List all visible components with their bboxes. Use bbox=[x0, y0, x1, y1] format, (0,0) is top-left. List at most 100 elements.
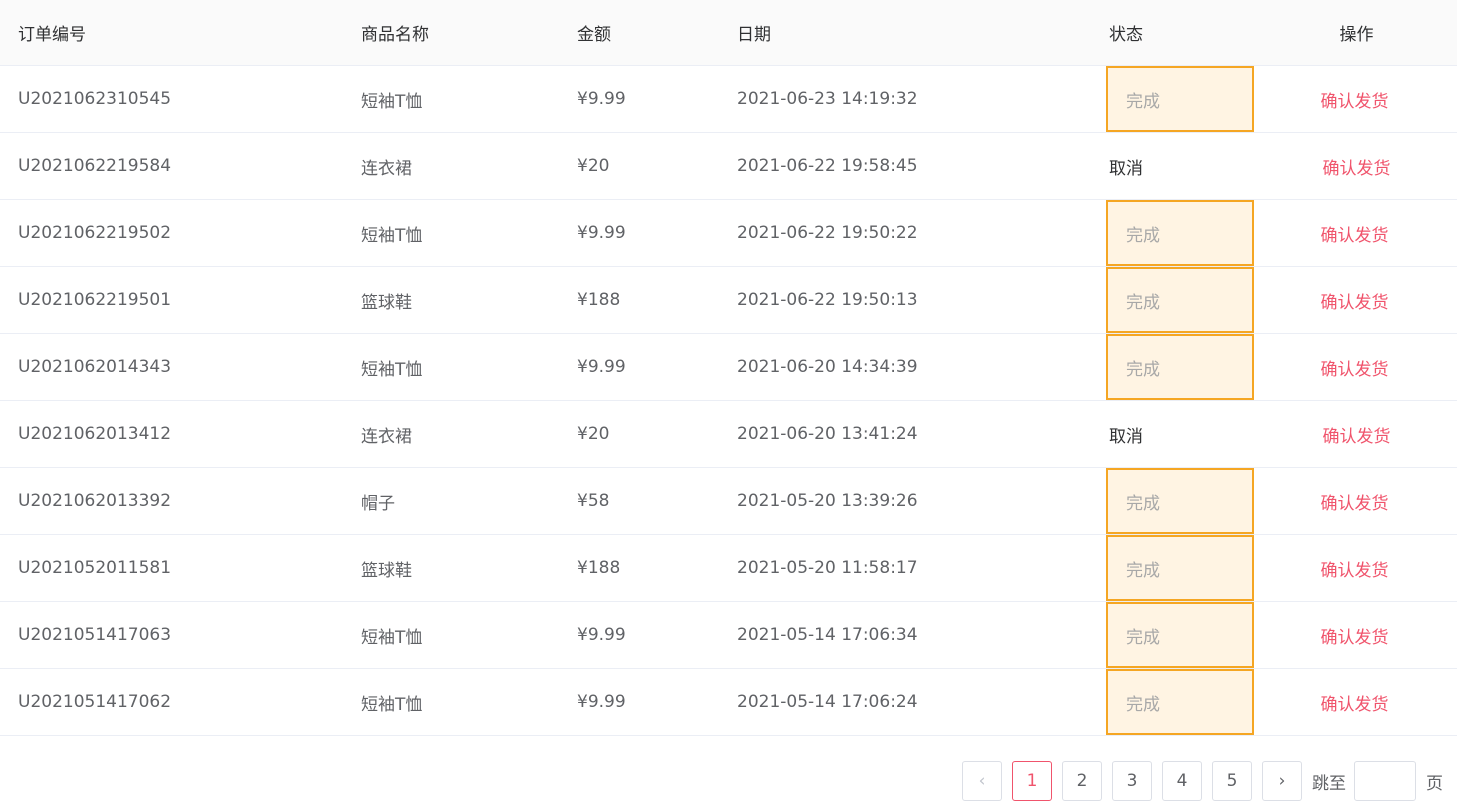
page-button-5[interactable]: 5 bbox=[1212, 761, 1252, 801]
page-button-4[interactable]: 4 bbox=[1162, 761, 1202, 801]
confirm-shipment-link[interactable]: 确认发货 bbox=[1323, 159, 1391, 179]
product-cell: 连衣裙 bbox=[361, 426, 412, 447]
date-cell: 2021-05-20 13:39:26 bbox=[737, 491, 918, 511]
table-row: U2021062310545 短袖T恤 ¥9.99 2021-06-23 14:19:… bbox=[0, 66, 1457, 133]
confirm-shipment-link[interactable]: 确认发货 bbox=[1321, 92, 1389, 112]
status-cell: 完成 bbox=[1106, 535, 1254, 601]
chevron-right-icon: › bbox=[1278, 771, 1286, 791]
action-cell: 确认发货 bbox=[1254, 288, 1455, 313]
amount-cell: ¥9.99 bbox=[577, 625, 626, 645]
product-cell: 短袖T恤 bbox=[361, 694, 423, 715]
order-id-cell: U2021062219502 bbox=[18, 223, 172, 243]
table-row: U2021062219502 短袖T恤 ¥9.99 2021-06-22 19:50:… bbox=[0, 200, 1457, 267]
action-cell: 确认发货 bbox=[1254, 690, 1455, 715]
amount-cell: ¥20 bbox=[577, 156, 610, 176]
order-id-cell: U2021062014343 bbox=[18, 357, 172, 377]
status-cell: 取消 bbox=[1089, 133, 1256, 199]
header-date: 日期 bbox=[737, 25, 771, 45]
date-cell: 2021-06-23 14:19:32 bbox=[737, 89, 918, 109]
page-button-2[interactable]: 2 bbox=[1062, 761, 1102, 801]
confirm-shipment-link[interactable]: 确认发货 bbox=[1321, 695, 1389, 715]
date-cell: 2021-06-20 13:41:24 bbox=[737, 424, 918, 444]
date-cell: 2021-05-14 17:06:24 bbox=[737, 692, 918, 712]
table-row: U2021062014343 短袖T恤 ¥9.99 2021-06-20 14:34:… bbox=[0, 334, 1457, 401]
status-badge: 完成 bbox=[1126, 560, 1160, 581]
status-cell: 取消 bbox=[1089, 401, 1256, 467]
table-row: U2021062219501 篮球鞋 ¥188 2021-06-22 19:50:13… bbox=[0, 267, 1457, 334]
page-button-1[interactable]: 1 bbox=[1012, 761, 1052, 801]
amount-cell: ¥188 bbox=[577, 290, 621, 310]
next-page-button[interactable]: › bbox=[1262, 761, 1302, 801]
header-action: 操作 bbox=[1339, 25, 1374, 45]
order-id-cell: U2021062013392 bbox=[18, 491, 172, 511]
action-cell: 确认发货 bbox=[1256, 154, 1457, 179]
chevron-left-icon: ‹ bbox=[978, 771, 986, 791]
jump-page-input[interactable] bbox=[1354, 761, 1416, 801]
table-row: U2021052011581 篮球鞋 ¥188 2021-05-20 11:58:17… bbox=[0, 535, 1457, 602]
amount-cell: ¥20 bbox=[577, 424, 610, 444]
order-id-cell: U2021052011581 bbox=[18, 558, 172, 578]
status-cell: 完成 bbox=[1106, 669, 1254, 735]
pagination: ‹ 1 2 3 4 5 › 跳至 页 bbox=[962, 761, 1443, 801]
status-badge: 完成 bbox=[1126, 359, 1160, 380]
amount-cell: ¥188 bbox=[577, 558, 621, 578]
confirm-shipment-link[interactable]: 确认发货 bbox=[1321, 628, 1389, 648]
header-product: 商品名称 bbox=[361, 25, 429, 45]
confirm-shipment-link[interactable]: 确认发货 bbox=[1321, 293, 1389, 313]
confirm-shipment-link[interactable]: 确认发货 bbox=[1321, 494, 1389, 514]
action-cell: 确认发货 bbox=[1254, 355, 1455, 380]
orders-table: 订单编号 商品名称 金额 日期 状态 操作 U2021062310545 短袖T恤… bbox=[0, 0, 1457, 736]
status-cell: 完成 bbox=[1106, 200, 1254, 266]
table-row: U2021051417063 短袖T恤 ¥9.99 2021-05-14 17:06:… bbox=[0, 602, 1457, 669]
action-cell: 确认发货 bbox=[1254, 489, 1455, 514]
table-body: U2021062310545 短袖T恤 ¥9.99 2021-06-23 14:19:… bbox=[0, 66, 1457, 736]
product-cell: 短袖T恤 bbox=[361, 359, 423, 380]
action-cell: 确认发货 bbox=[1254, 623, 1455, 648]
status-badge: 取消 bbox=[1109, 158, 1143, 179]
action-cell: 确认发货 bbox=[1256, 422, 1457, 447]
action-cell: 确认发货 bbox=[1254, 221, 1455, 246]
product-cell: 篮球鞋 bbox=[361, 292, 412, 313]
status-cell: 完成 bbox=[1106, 602, 1254, 668]
product-cell: 篮球鞋 bbox=[361, 560, 412, 581]
table-row: U2021062013392 帽子 ¥58 2021-05-20 13:39:26 完成… bbox=[0, 468, 1457, 535]
page-button-3[interactable]: 3 bbox=[1112, 761, 1152, 801]
header-status: 状态 bbox=[1109, 25, 1143, 45]
header-order-id: 订单编号 bbox=[18, 25, 86, 45]
status-cell: 完成 bbox=[1106, 66, 1254, 132]
status-badge: 完成 bbox=[1126, 225, 1160, 246]
confirm-shipment-link[interactable]: 确认发货 bbox=[1321, 561, 1389, 581]
order-id-cell: U2021062310545 bbox=[18, 89, 172, 109]
table-row: U2021062013412 连衣裙 ¥20 2021-06-20 13:41:24 取… bbox=[0, 401, 1457, 468]
confirm-shipment-link[interactable]: 确认发货 bbox=[1323, 427, 1391, 447]
status-cell: 完成 bbox=[1106, 468, 1254, 534]
order-id-cell: U2021062013412 bbox=[18, 424, 172, 444]
status-badge: 完成 bbox=[1126, 292, 1160, 313]
date-cell: 2021-05-20 11:58:17 bbox=[737, 558, 918, 578]
action-cell: 确认发货 bbox=[1254, 556, 1455, 581]
amount-cell: ¥9.99 bbox=[577, 357, 626, 377]
product-cell: 短袖T恤 bbox=[361, 91, 423, 112]
page-suffix: 页 bbox=[1426, 773, 1443, 794]
order-id-cell: U2021062219501 bbox=[18, 290, 172, 310]
date-cell: 2021-05-14 17:06:34 bbox=[737, 625, 918, 645]
table-row: U2021051417062 短袖T恤 ¥9.99 2021-05-14 17:06:… bbox=[0, 669, 1457, 736]
status-badge: 完成 bbox=[1126, 91, 1160, 112]
date-cell: 2021-06-20 14:34:39 bbox=[737, 357, 918, 377]
confirm-shipment-link[interactable]: 确认发货 bbox=[1321, 226, 1389, 246]
date-cell: 2021-06-22 19:50:13 bbox=[737, 290, 918, 310]
order-id-cell: U2021062219584 bbox=[18, 156, 172, 176]
status-cell: 完成 bbox=[1106, 267, 1254, 333]
product-cell: 短袖T恤 bbox=[361, 225, 423, 246]
status-badge: 取消 bbox=[1109, 426, 1143, 447]
product-cell: 帽子 bbox=[361, 493, 395, 514]
confirm-shipment-link[interactable]: 确认发货 bbox=[1321, 360, 1389, 380]
prev-page-button[interactable]: ‹ bbox=[962, 761, 1002, 801]
header-amount: 金额 bbox=[577, 25, 611, 45]
status-badge: 完成 bbox=[1126, 493, 1160, 514]
date-cell: 2021-06-22 19:50:22 bbox=[737, 223, 918, 243]
amount-cell: ¥9.99 bbox=[577, 223, 626, 243]
amount-cell: ¥9.99 bbox=[577, 89, 626, 109]
order-id-cell: U2021051417062 bbox=[18, 692, 172, 712]
table-header: 订单编号 商品名称 金额 日期 状态 操作 bbox=[0, 0, 1457, 66]
